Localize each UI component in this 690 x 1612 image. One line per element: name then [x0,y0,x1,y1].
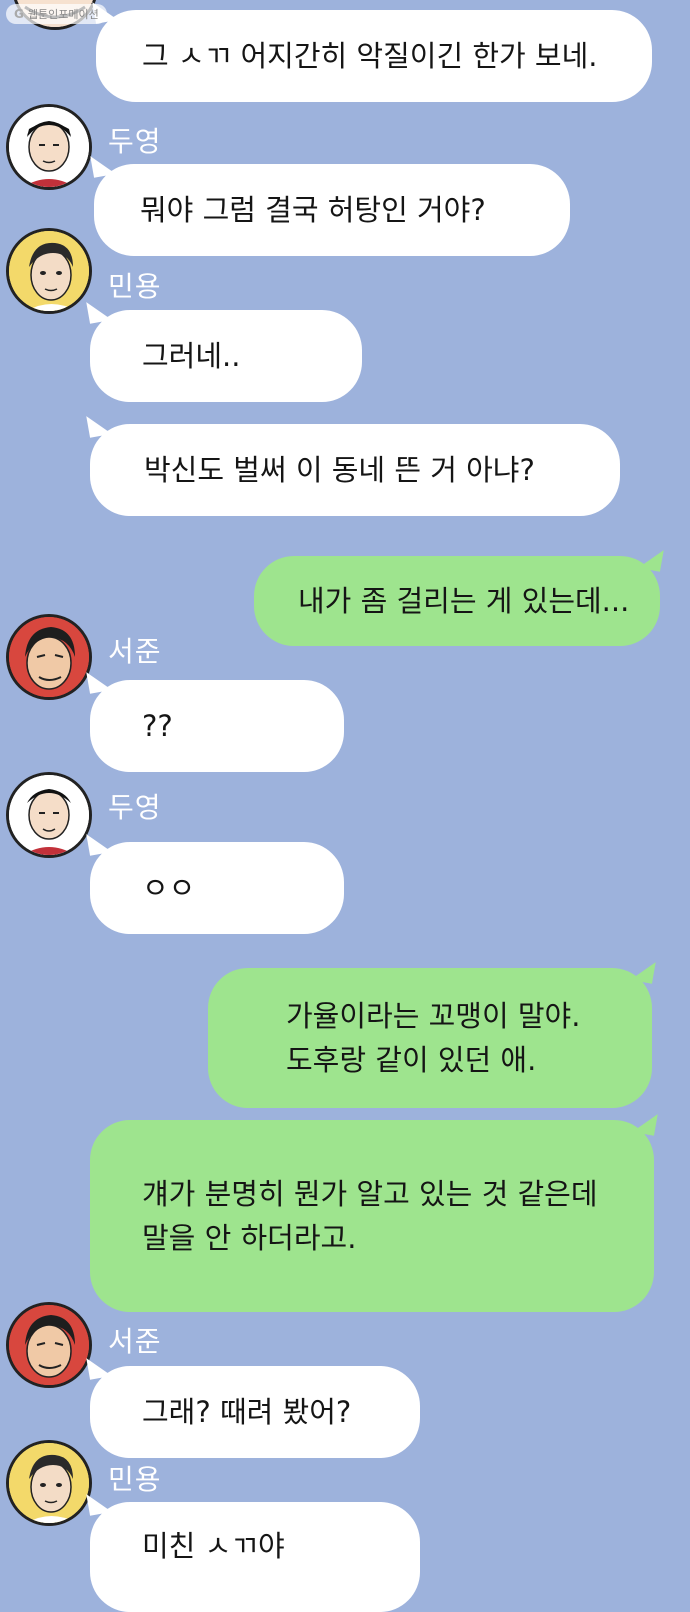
message-text: 그래? 때려 봤어? [142,1395,352,1429]
message-text: 그 ㅅㄲ 어지간히 악질이긴 한가 보네. [142,39,598,73]
message-text: ㅇㅇ [142,871,196,905]
avatar-duyoung [6,104,92,190]
message-bubble: ㅇㅇ [90,842,344,934]
sender-name: 서준 [108,635,162,668]
message-bubble: 그래? 때려 봤어? [90,1366,420,1458]
message-text: 박신도 벌써 이 동네 뜬 거 아냐? [144,453,535,487]
my-message-bubble: 가율이라는 꼬맹이 말야. 도후랑 같이 있던 애. [208,968,652,1108]
avatar-minyong [6,1440,92,1526]
watermark-text: 웹툰인포메이션 [27,8,99,21]
sender-name: 민용 [108,1463,162,1496]
sender-name: 서준 [108,1325,162,1358]
watermark: G 웹툰인포메이션 [6,4,107,24]
message-text: 뭐야 그럼 결국 허탕인 거야? [140,193,486,227]
message-text: 내가 좀 걸리는 게 있는데... [298,584,630,618]
sender-name: 민용 [108,270,162,303]
message-bubble: 그러네.. [90,310,362,402]
message-text: 미친 ㅅㄲ야 [142,1529,285,1563]
message-text: 걔가 분명히 뭔가 알고 있는 것 같은데 말을 안 하더라고. [142,1177,598,1255]
message-text: ?? [142,709,173,743]
my-message-bubble: 내가 좀 걸리는 게 있는데... [254,556,660,646]
message-bubble: 미친 ㅅㄲ야 [90,1502,420,1612]
avatar-seojun [6,1302,92,1388]
avatar-minyong [6,228,92,314]
message-bubble: ?? [90,680,344,772]
message-text: 가율이라는 꼬맹이 말야. 도후랑 같이 있던 애. [286,999,581,1077]
sender-name: 두영 [108,791,162,824]
message-bubble: 박신도 벌써 이 동네 뜬 거 아냐? [90,424,620,516]
message-bubble: 뭐야 그럼 결국 허탕인 거야? [94,164,570,256]
message-bubble: 그 ㅅㄲ 어지간히 악질이긴 한가 보네. [96,10,652,102]
watermark-logo: G [14,7,24,21]
my-message-bubble: 걔가 분명히 뭔가 알고 있는 것 같은데 말을 안 하더라고. [90,1120,654,1312]
avatar-duyoung [6,772,92,858]
avatar-seojun [6,614,92,700]
sender-name: 두영 [108,125,162,158]
message-text: 그러네.. [142,339,241,373]
